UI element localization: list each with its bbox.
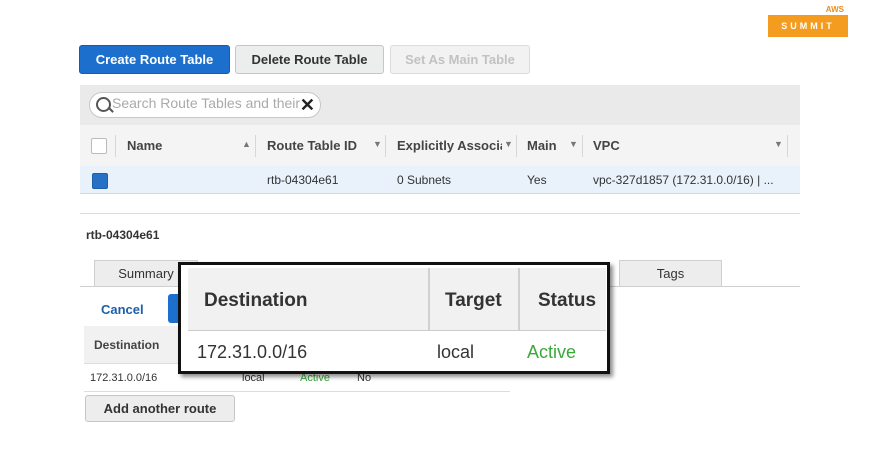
filter-bar: ✕ — [80, 85, 800, 125]
table-header: Name ▲ Route Table ID ▼ Explicitly Assoc… — [80, 125, 800, 167]
search-input[interactable] — [112, 95, 302, 111]
search-icon — [96, 97, 111, 112]
callout-status-header: Status — [538, 290, 597, 311]
row-associations: 0 Subnets — [397, 173, 452, 187]
sort-up-icon[interactable]: ▲ — [242, 139, 251, 149]
table-row[interactable]: rtb-04304e61 0 Subnets Yes vpc-327d1857 … — [80, 166, 800, 194]
close-icon[interactable]: ✕ — [300, 96, 315, 114]
callout-target-header: Target — [445, 290, 502, 311]
routes-destination-header: Destination — [94, 338, 160, 352]
column-main[interactable]: Main — [527, 138, 557, 153]
tab-tags[interactable]: Tags — [619, 260, 722, 287]
detail-title: rtb-04304e61 — [86, 228, 160, 242]
aws-label: AWS — [825, 5, 844, 14]
column-name[interactable]: Name — [127, 138, 162, 153]
search-box[interactable]: ✕ — [89, 92, 321, 118]
row-vpc: vpc-327d1857 (172.31.0.0/16) | ... — [593, 173, 774, 187]
column-explicitly-associated[interactable]: Explicitly Associat — [397, 138, 502, 153]
row-main: Yes — [527, 173, 547, 187]
chevron-down-icon[interactable]: ▼ — [373, 139, 382, 149]
route-destination: 172.31.0.0/16 — [90, 372, 158, 384]
column-route-table-id[interactable]: Route Table ID — [267, 138, 357, 153]
section-divider — [80, 213, 800, 214]
aws-summit-logo: AWS SUMMIT — [768, 5, 848, 37]
callout-header: Destination Target Status — [188, 268, 606, 331]
add-another-route-button[interactable]: Add another route — [85, 395, 235, 422]
callout-destination-header: Destination — [204, 290, 308, 311]
chevron-down-icon[interactable]: ▼ — [774, 139, 783, 149]
set-as-main-table-button[interactable]: Set As Main Table — [390, 45, 530, 74]
row-checkbox[interactable] — [92, 173, 108, 189]
chevron-down-icon[interactable]: ▼ — [504, 139, 513, 149]
callout-target: local — [437, 342, 475, 362]
chevron-down-icon[interactable]: ▼ — [569, 139, 578, 149]
routes-divider — [84, 391, 510, 392]
create-route-table-button[interactable]: Create Route Table — [79, 45, 230, 74]
summit-label: SUMMIT — [768, 15, 848, 37]
callout-status: Active — [527, 342, 577, 362]
callout-destination: 172.31.0.0/16 — [197, 342, 308, 362]
cancel-link[interactable]: Cancel — [101, 302, 144, 317]
row-route-table-id: rtb-04304e61 — [267, 173, 339, 187]
column-vpc[interactable]: VPC — [593, 138, 620, 153]
zoom-callout: Destination Target Status 172.31.0.0/16 … — [178, 262, 610, 374]
select-all-checkbox[interactable] — [91, 138, 107, 154]
delete-route-table-button[interactable]: Delete Route Table — [235, 45, 384, 74]
